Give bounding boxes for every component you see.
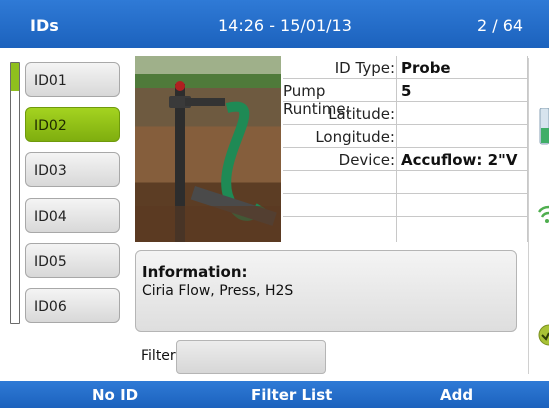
- detail-row-id-type: ID Type: Probe: [283, 56, 527, 79]
- battery-icon: [539, 108, 549, 145]
- id-list-scrollbar[interactable]: [10, 62, 20, 324]
- site-photo: [135, 56, 281, 242]
- site-photo-illustration: [135, 56, 281, 242]
- id-list-item-5[interactable]: ID05: [25, 243, 120, 278]
- side-divider: [528, 58, 529, 374]
- detail-row-empty: [283, 194, 527, 217]
- information-heading: Information:: [142, 263, 248, 281]
- detail-row-device: Device: Accuflow: 2"V: [283, 148, 527, 171]
- check-status-icon: [538, 324, 549, 346]
- detail-label: Latitude:: [328, 105, 395, 123]
- id-list-item-2-selected[interactable]: ID02: [25, 107, 120, 142]
- detail-row-pump-runtime: Pump Runtime: 5: [283, 79, 527, 118]
- softkey-add[interactable]: Add: [440, 386, 473, 404]
- detail-label: Device:: [338, 151, 395, 169]
- datetime-display: 14:26 - 15/01/13: [218, 16, 352, 35]
- scrollbar-thumb[interactable]: [11, 63, 19, 91]
- information-text: Ciria Flow, Press, H2S: [142, 283, 294, 299]
- screen-title: IDs: [30, 16, 59, 35]
- detail-value: Accuflow: 2"V: [401, 151, 518, 169]
- detail-label: ID Type:: [334, 59, 395, 77]
- id-list-item-3[interactable]: ID03: [25, 152, 120, 187]
- detail-row-latitude: Latitude:: [283, 102, 527, 125]
- id-list-item-4[interactable]: ID04: [25, 198, 120, 233]
- information-panel: Information: Ciria Flow, Press, H2S: [135, 250, 517, 332]
- softkey-filter-list[interactable]: Filter List: [251, 386, 332, 404]
- detail-value: Probe: [401, 59, 451, 77]
- id-list-item-1[interactable]: ID01: [25, 62, 120, 97]
- detail-row-empty: [283, 171, 527, 194]
- filter-input[interactable]: [176, 340, 326, 374]
- filter-label: Filter: [141, 348, 176, 364]
- detail-value: 5: [401, 82, 412, 100]
- id-details-table: ID Type: Probe Pump Runtime: 5 Latitude:…: [283, 56, 528, 242]
- wifi-signal-icon: [538, 205, 549, 223]
- detail-label: Longitude:: [315, 128, 395, 146]
- softkey-no-id[interactable]: No ID: [92, 386, 138, 404]
- id-list-item-6[interactable]: ID06: [25, 288, 120, 323]
- softkey-bar: No ID Filter List Add: [0, 381, 549, 408]
- title-bar: IDs 14:26 - 15/01/13 2 / 64: [0, 0, 549, 48]
- detail-row-longitude: Longitude:: [283, 125, 527, 148]
- record-counter: 2 / 64: [477, 16, 524, 35]
